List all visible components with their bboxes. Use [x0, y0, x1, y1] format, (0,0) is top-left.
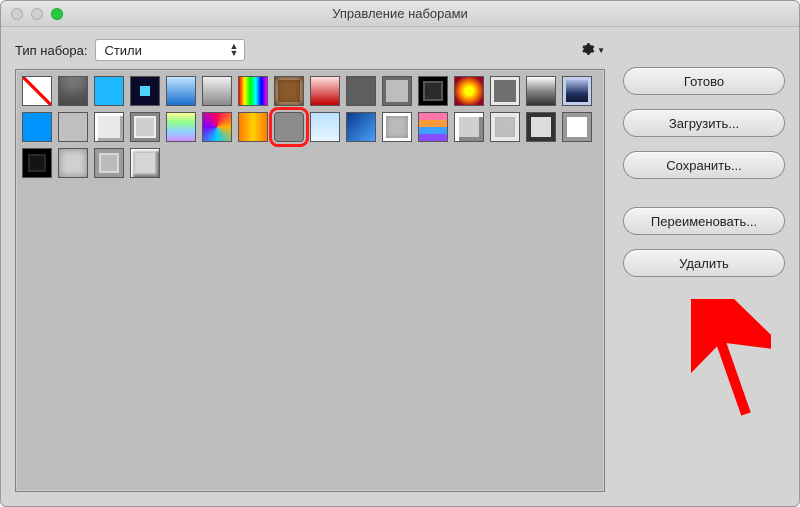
preset-manager-window: Управление наборами Тип набора: Стили ▲▼… — [0, 0, 800, 507]
rename-button[interactable]: Переименовать... — [623, 207, 785, 235]
preset-type-select[interactable]: Стили ▲▼ — [95, 39, 245, 61]
close-window-button[interactable] — [11, 8, 23, 20]
style-swatch[interactable] — [382, 112, 412, 142]
style-swatch[interactable] — [94, 76, 124, 106]
style-swatch[interactable] — [526, 112, 556, 142]
preset-type-label: Тип набора: — [15, 43, 87, 58]
style-swatch[interactable] — [490, 76, 520, 106]
chevron-down-icon: ▼ — [597, 46, 605, 55]
style-swatch[interactable] — [382, 76, 412, 106]
style-swatch[interactable] — [130, 76, 160, 106]
flyout-menu-button[interactable]: ▼ — [581, 42, 605, 59]
style-swatch[interactable] — [562, 112, 592, 142]
style-swatch[interactable] — [490, 112, 520, 142]
style-swatch[interactable] — [58, 148, 88, 178]
style-swatch[interactable] — [166, 76, 196, 106]
style-swatch[interactable] — [22, 148, 52, 178]
style-swatch[interactable] — [310, 112, 340, 142]
done-button[interactable]: Готово — [623, 67, 785, 95]
save-button[interactable]: Сохранить... — [623, 151, 785, 179]
style-swatch[interactable] — [418, 112, 448, 142]
style-swatch[interactable] — [202, 112, 232, 142]
style-swatch[interactable] — [166, 112, 196, 142]
preset-grid-panel — [15, 69, 605, 492]
style-swatch[interactable] — [346, 76, 376, 106]
titlebar: Управление наборами — [1, 1, 799, 27]
style-swatch[interactable] — [310, 76, 340, 106]
right-button-column: Готово Загрузить... Сохранить... Переиме… — [623, 39, 785, 492]
window-body: Тип набора: Стили ▲▼ ▼ Гот — [1, 27, 799, 506]
style-swatch[interactable] — [94, 112, 124, 142]
style-swatch[interactable] — [202, 76, 232, 106]
minimize-window-button[interactable] — [31, 8, 43, 20]
style-swatch[interactable] — [346, 112, 376, 142]
style-swatch[interactable] — [418, 76, 448, 106]
style-swatch[interactable] — [58, 112, 88, 142]
style-swatch[interactable] — [58, 76, 88, 106]
style-swatch[interactable] — [130, 112, 160, 142]
gear-icon — [581, 42, 595, 59]
window-controls — [1, 8, 63, 20]
style-swatch[interactable] — [562, 76, 592, 106]
preset-grid — [22, 76, 598, 178]
style-swatch[interactable] — [130, 148, 160, 178]
preset-type-row: Тип набора: Стили ▲▼ ▼ — [15, 39, 605, 61]
load-button[interactable]: Загрузить... — [623, 109, 785, 137]
style-swatch[interactable] — [454, 112, 484, 142]
style-swatch[interactable] — [238, 112, 268, 142]
preset-type-value: Стили — [104, 43, 141, 58]
style-swatch[interactable] — [94, 148, 124, 178]
style-swatch[interactable] — [22, 112, 52, 142]
delete-button[interactable]: Удалить — [623, 249, 785, 277]
style-swatch[interactable] — [274, 112, 304, 142]
window-title: Управление наборами — [1, 6, 799, 21]
chevron-up-down-icon: ▲▼ — [230, 43, 239, 57]
style-swatch[interactable] — [238, 76, 268, 106]
zoom-window-button[interactable] — [51, 8, 63, 20]
style-swatch[interactable] — [526, 76, 556, 106]
style-swatch[interactable] — [454, 76, 484, 106]
style-swatch[interactable] — [274, 76, 304, 106]
style-swatch[interactable] — [22, 76, 52, 106]
left-column: Тип набора: Стили ▲▼ ▼ — [15, 39, 605, 492]
